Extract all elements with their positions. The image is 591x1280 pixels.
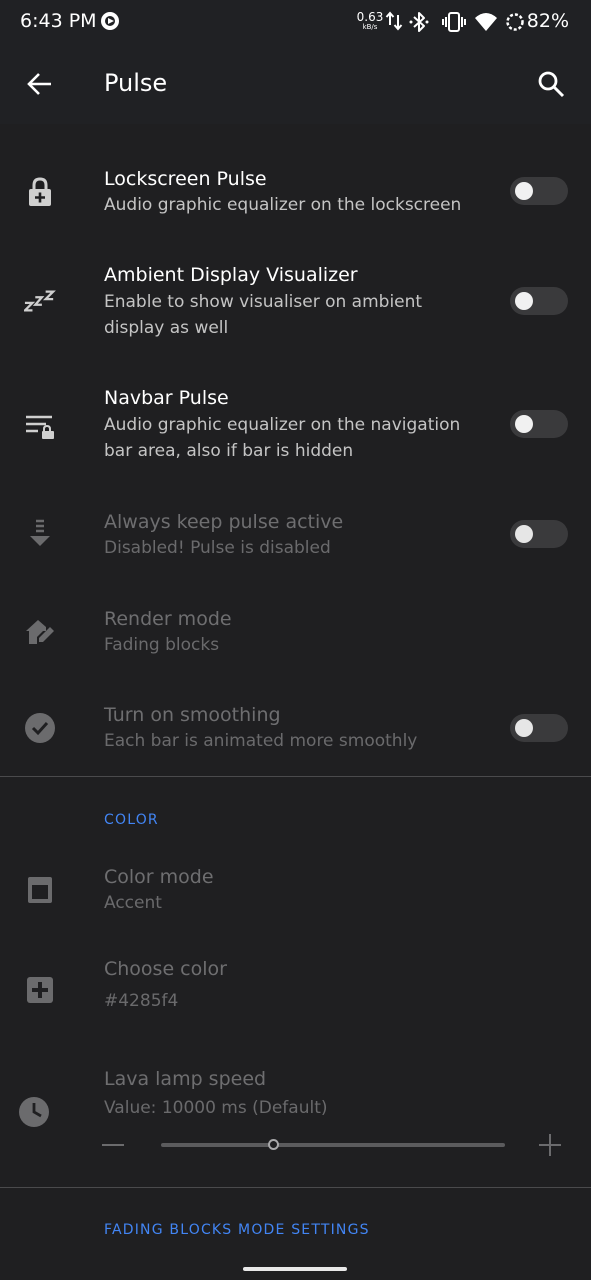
pref-summary: Audio graphic equalizer on the lockscree… — [104, 195, 462, 215]
color-window-icon — [24, 874, 56, 906]
media-playing-icon — [101, 12, 119, 30]
pref-summary: #4285f4 — [104, 991, 179, 1011]
pref-title: Color mode — [104, 866, 214, 888]
data-arrows-icon — [385, 11, 403, 31]
switch-thumb — [515, 525, 533, 543]
pref-title: Choose color — [104, 958, 227, 980]
battery-percentage: 82% — [526, 10, 569, 32]
pref-summary: Audio graphic equalizer on the navigatio… — [104, 415, 461, 461]
slider-thumb[interactable] — [268, 1139, 279, 1150]
pref-choose-color[interactable]: Choose color #4285f4 — [0, 938, 591, 1038]
wifi-icon — [475, 13, 497, 31]
network-speed: 0.63 kB/s — [356, 11, 384, 31]
category-header-color: COLOR — [104, 812, 159, 828]
pref-turn-on-smoothing[interactable]: Turn on smoothing Each bar is animated m… — [0, 682, 591, 778]
search-icon — [538, 71, 565, 98]
switch-thumb — [515, 719, 533, 737]
status-time: 6:43 PM — [20, 10, 97, 32]
switch-thumb — [515, 415, 533, 433]
check-circle-icon — [24, 712, 56, 744]
switch-thumb — [515, 292, 533, 310]
section-divider — [0, 776, 591, 777]
pref-lava-lamp-speed[interactable]: Lava lamp speed Value: 10000 ms (Default… — [0, 1048, 591, 1186]
vibrate-icon — [442, 12, 466, 32]
pref-summary: Fading blocks — [104, 635, 220, 655]
slider-decrease-button[interactable] — [102, 1144, 124, 1146]
pref-color-mode[interactable]: Color mode Accent — [0, 846, 591, 938]
preferences-list: Lockscreen Pulse Audio graphic equalizer… — [0, 124, 591, 1280]
toolbar: Pulse — [0, 44, 591, 124]
pref-title: Render mode — [104, 608, 232, 630]
navbar-pulse-switch[interactable] — [510, 410, 568, 438]
navbar-lock-icon — [24, 410, 56, 442]
pref-summary: Disabled! Pulse is disabled — [104, 538, 331, 558]
pref-render-mode[interactable]: Render mode Fading blocks — [0, 586, 591, 682]
lava-lamp-speed-slider[interactable] — [161, 1143, 505, 1147]
lock-plus-icon — [24, 176, 56, 208]
pref-summary: Enable to show visualiser on ambient dis… — [104, 292, 423, 338]
screen: 6:43 PM 0.63 kB/s 82% Pulse Lockscreen P… — [0, 0, 591, 1280]
pref-summary: Accent — [104, 893, 162, 913]
smoothing-switch[interactable] — [510, 714, 568, 742]
arrow-back-icon — [27, 73, 51, 95]
page-title: Pulse — [104, 69, 168, 97]
pref-lockscreen-pulse[interactable]: Lockscreen Pulse Audio graphic equalizer… — [0, 152, 591, 244]
home-edit-icon — [24, 616, 56, 648]
ambient-display-switch[interactable] — [510, 287, 568, 315]
pref-summary: Each bar is animated more smoothly — [104, 731, 418, 751]
pref-navbar-pulse[interactable]: Navbar Pulse Audio graphic equalizer on … — [0, 366, 591, 490]
gesture-nav-handle[interactable] — [243, 1267, 347, 1271]
search-button[interactable] — [525, 58, 577, 110]
bluetooth-icon — [409, 12, 429, 32]
network-speed-value: 0.63 — [356, 10, 384, 24]
back-button[interactable] — [14, 58, 66, 110]
pref-always-keep-pulse-active[interactable]: Always keep pulse active Disabled! Pulse… — [0, 490, 591, 586]
arrow-down-lines-icon — [24, 518, 56, 550]
switch-thumb — [515, 182, 533, 200]
battery-saver-ring-icon — [506, 13, 524, 31]
pref-title: Navbar Pulse — [104, 387, 229, 409]
pref-title: Turn on smoothing — [104, 704, 281, 726]
status-bar: 6:43 PM 0.63 kB/s 82% — [0, 0, 591, 44]
lockscreen-pulse-switch[interactable] — [510, 177, 568, 205]
pref-title: Always keep pulse active — [104, 511, 344, 533]
network-speed-unit: kB/s — [362, 23, 378, 31]
clock-icon — [18, 1096, 50, 1128]
pref-summary: Value: 10000 ms (Default) — [104, 1098, 328, 1118]
pref-title: Ambient Display Visualizer — [104, 264, 358, 286]
pref-title: Lava lamp speed — [104, 1068, 267, 1090]
pref-ambient-display-visualizer[interactable]: Ambient Display Visualizer Enable to sho… — [0, 244, 591, 366]
plus-box-icon — [24, 974, 56, 1006]
sleep-zzz-icon — [24, 285, 56, 317]
category-header-fading-blocks: FADING BLOCKS MODE SETTINGS — [104, 1222, 370, 1238]
always-keep-active-switch[interactable] — [510, 520, 568, 548]
pref-title: Lockscreen Pulse — [104, 168, 267, 190]
section-divider — [0, 1187, 591, 1188]
slider-increase-button[interactable] — [539, 1134, 561, 1156]
